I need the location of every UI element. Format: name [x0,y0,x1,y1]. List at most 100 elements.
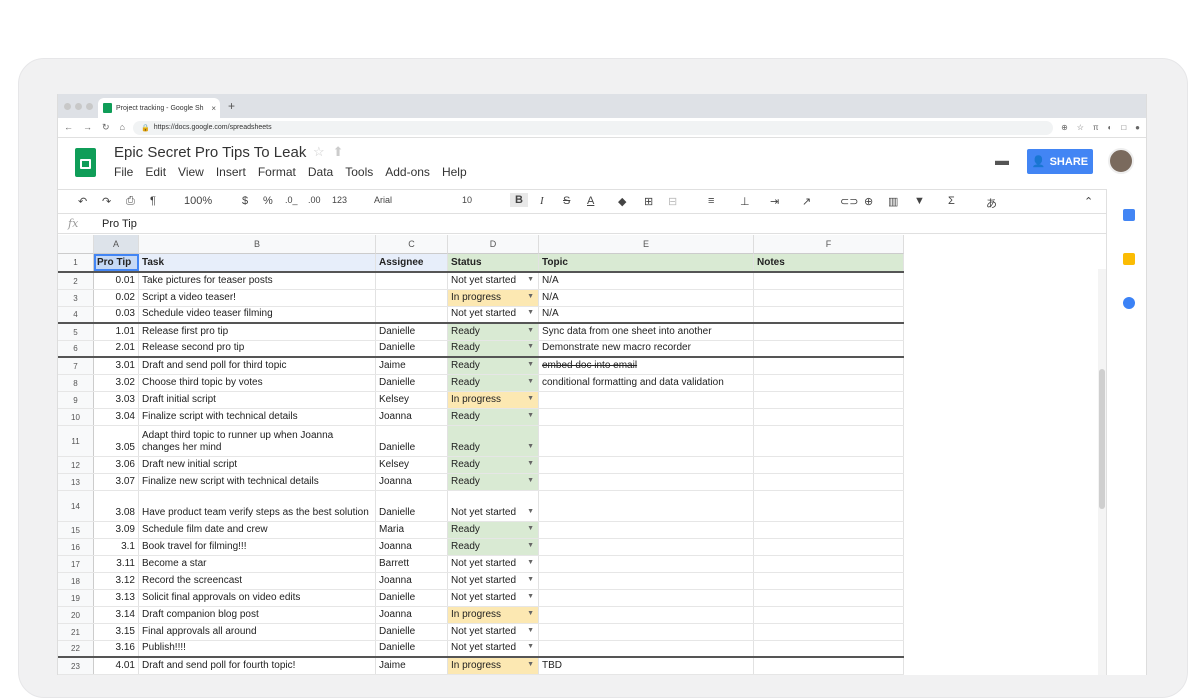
menu-insert[interactable]: Insert [216,165,246,179]
cell-assignee[interactable]: Danielle [376,324,448,340]
row-number[interactable]: 14 [58,491,94,521]
star-icon[interactable]: ☆ [313,144,325,160]
cell-topic[interactable] [539,607,754,623]
status-dropdown[interactable]: Ready ▼ [448,358,539,374]
cell-topic[interactable] [539,426,754,456]
strikethrough-button[interactable]: S [563,195,570,207]
cell-pro-tip[interactable]: 0.02 [94,290,139,306]
cell-notes[interactable] [754,491,904,521]
row-number[interactable]: 4 [58,307,94,322]
undo-icon[interactable]: ↶ [78,195,87,208]
dropdown-arrow-icon[interactable]: ▼ [527,307,534,319]
status-dropdown[interactable]: Ready ▼ [448,375,539,391]
dropdown-arrow-icon[interactable]: ▼ [527,325,534,337]
header-cell-task[interactable]: Task [139,254,376,271]
cell-topic[interactable]: N/A [539,290,754,306]
account-icon[interactable]: ● [1135,123,1140,132]
dropdown-arrow-icon[interactable]: ▼ [527,441,534,453]
dropdown-arrow-icon[interactable]: ▼ [527,659,534,671]
cell-notes[interactable] [754,556,904,572]
cell-notes[interactable] [754,273,904,289]
row-number[interactable]: 16 [58,539,94,555]
row-number[interactable]: 15 [58,522,94,538]
dropdown-arrow-icon[interactable]: ▼ [527,591,534,603]
vertical-align-icon[interactable]: ⊥ [740,195,750,208]
status-dropdown[interactable]: Not yet started ▼ [448,273,539,289]
cell-notes[interactable] [754,307,904,322]
dropdown-arrow-icon[interactable]: ▼ [527,359,534,371]
cell-topic[interactable]: Demonstrate new macro recorder [539,341,754,356]
cell-notes[interactable] [754,474,904,490]
status-dropdown[interactable]: Ready ▼ [448,539,539,555]
print-icon[interactable]: ⎙ [126,195,135,208]
row-number[interactable]: 1 [58,254,94,271]
cell-assignee[interactable]: Joanna [376,573,448,589]
cell-pro-tip[interactable]: 3.11 [94,556,139,572]
cell-topic[interactable] [539,409,754,425]
zoom-select[interactable]: 100% [184,195,212,207]
header-cell-topic[interactable]: Topic [539,254,754,271]
cell-task[interactable]: Release second pro tip [139,341,376,356]
cell-topic[interactable] [539,392,754,408]
dropdown-arrow-icon[interactable]: ▼ [527,341,534,353]
cell-task[interactable]: Draft initial script [139,392,376,408]
dropdown-arrow-icon[interactable]: ▼ [527,608,534,620]
cell-pro-tip[interactable]: 2.01 [94,341,139,356]
cell-pro-tip[interactable]: 3.03 [94,392,139,408]
cell-topic[interactable] [539,556,754,572]
cell-pro-tip[interactable]: 3.06 [94,457,139,473]
cell-topic[interactable]: N/A [539,307,754,322]
status-dropdown[interactable]: Ready ▼ [448,324,539,340]
menu-format[interactable]: Format [258,165,296,179]
cell-task[interactable]: Solicit final approvals on video edits [139,590,376,606]
row-number[interactable]: 21 [58,624,94,640]
extension-icon-3[interactable]: □ [1121,123,1126,132]
cell-task[interactable]: Finalize script with technical details [139,409,376,425]
cell-task[interactable]: Become a star [139,556,376,572]
cell-pro-tip[interactable]: 3.1 [94,539,139,555]
scrollbar-thumb[interactable] [1099,369,1105,509]
cell-pro-tip[interactable]: 3.01 [94,358,139,374]
insert-link-icon[interactable]: ⊂⊃ [840,195,858,208]
dropdown-arrow-icon[interactable]: ▼ [527,641,534,653]
cell-topic[interactable]: conditional formatting and data validati… [539,375,754,391]
cell-notes[interactable] [754,290,904,306]
sheets-logo-icon[interactable] [75,148,96,177]
column-header-d[interactable]: D [448,235,539,254]
text-color-button[interactable]: A [587,195,594,207]
cell-task[interactable]: Draft and send poll for third topic [139,358,376,374]
status-dropdown[interactable]: Ready ▼ [448,474,539,490]
font-size-select[interactable]: 10 [462,195,472,205]
row-number[interactable]: 13 [58,474,94,490]
dropdown-arrow-icon[interactable]: ▼ [527,625,534,637]
cell-pro-tip[interactable]: 3.14 [94,607,139,623]
cell-assignee[interactable]: Joanna [376,409,448,425]
cell-assignee[interactable]: Danielle [376,641,448,656]
input-tools-button[interactable]: あ [986,195,997,211]
cell-pro-tip[interactable]: 3.15 [94,624,139,640]
cell-pro-tip[interactable]: 3.09 [94,522,139,538]
dropdown-arrow-icon[interactable]: ▼ [527,458,534,470]
cell-notes[interactable] [754,590,904,606]
avatar[interactable] [1108,148,1134,174]
status-dropdown[interactable]: Ready ▼ [448,522,539,538]
header-cell-notes[interactable]: Notes [754,254,904,271]
status-dropdown[interactable]: Ready ▼ [448,341,539,356]
extension-icon[interactable]: π [1093,123,1099,132]
cell-assignee[interactable]: Danielle [376,624,448,640]
dropdown-arrow-icon[interactable]: ▼ [527,393,534,405]
cell-notes[interactable] [754,522,904,538]
cell-notes[interactable] [754,573,904,589]
cell-notes[interactable] [754,457,904,473]
cell-notes[interactable] [754,341,904,356]
reload-icon[interactable]: ↻ [102,122,110,133]
window-controls[interactable] [64,103,93,110]
status-dropdown[interactable]: Not yet started ▼ [448,641,539,656]
zoom-icon[interactable]: ⊕ [1061,123,1068,132]
row-number[interactable]: 17 [58,556,94,572]
dropdown-arrow-icon[interactable]: ▼ [527,475,534,487]
cell-task[interactable]: Publish!!!! [139,641,376,656]
menu-edit[interactable]: Edit [145,165,166,179]
row-number[interactable]: 20 [58,607,94,623]
dropdown-arrow-icon[interactable]: ▼ [527,410,534,422]
